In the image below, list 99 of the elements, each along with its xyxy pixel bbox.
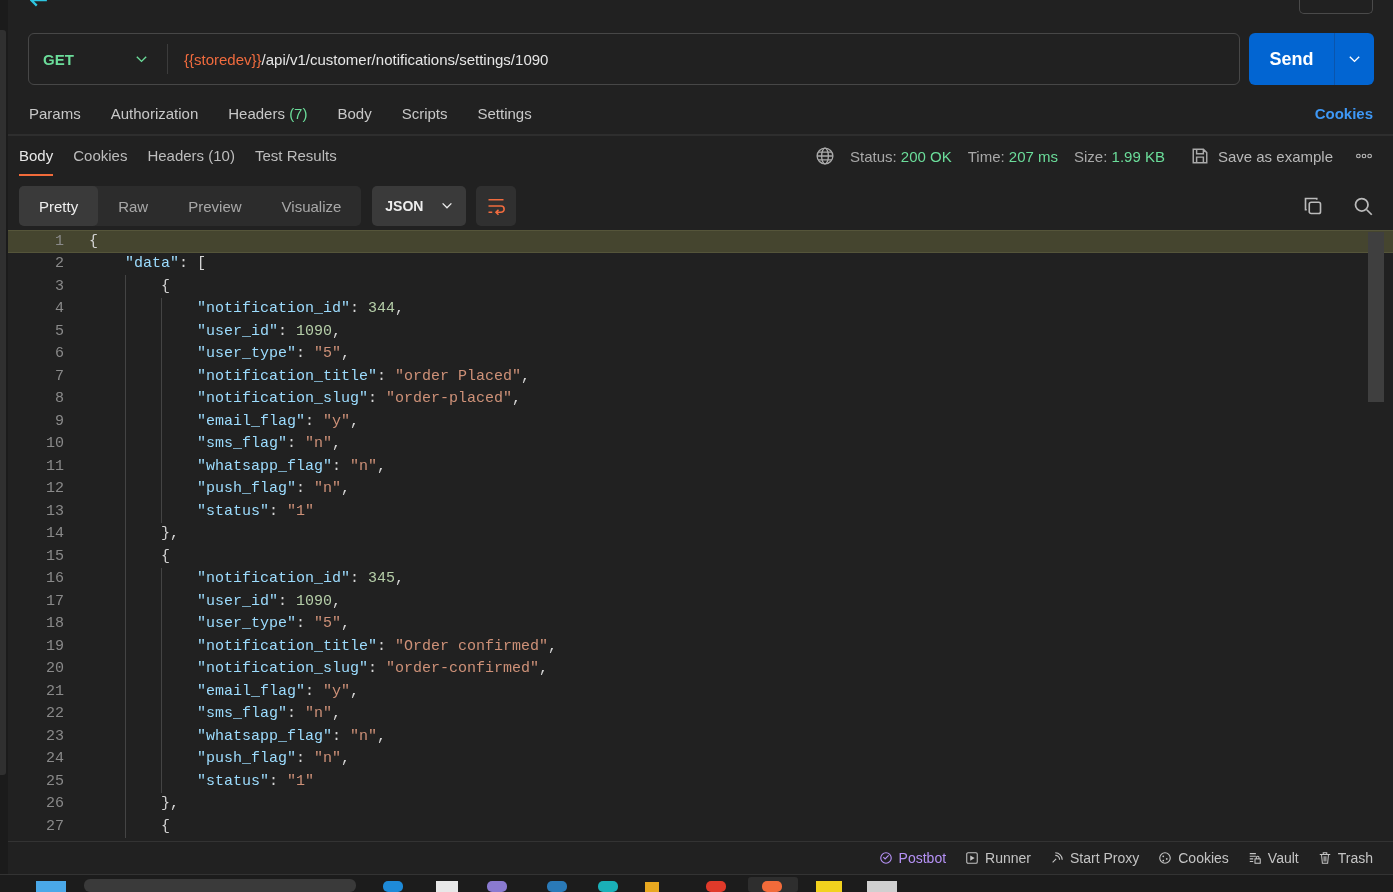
code-text: "push_flag": "n", xyxy=(197,750,351,768)
save-icon xyxy=(1190,147,1209,165)
url-field[interactable]: GET {{storedev}}/api/v1/customer/notifications/settings/1090 xyxy=(28,33,1240,85)
status-bar-item[interactable]: Trash xyxy=(1317,850,1373,866)
code-text: "user_id": 1090, xyxy=(197,322,342,340)
code-text: { xyxy=(161,817,170,835)
copy-icon xyxy=(1303,196,1323,216)
code-text: "status": "1" xyxy=(197,502,315,520)
code-text: "whatsapp_flag": "n", xyxy=(197,727,387,745)
request-tab[interactable]: Scripts xyxy=(401,104,448,122)
code-text: "status": "1" xyxy=(197,772,315,790)
code-text: "notification_id": 344, xyxy=(197,300,405,318)
code-text: }, xyxy=(161,795,179,813)
line-number: 4 xyxy=(54,300,65,318)
code-text: "push_flag": "n", xyxy=(197,480,351,498)
code-text: }, xyxy=(161,525,179,543)
search-icon xyxy=(1353,196,1373,216)
response-meta: Size: 1.99 KB xyxy=(1074,147,1165,165)
view-mode-tab[interactable]: Pretty xyxy=(19,186,99,226)
code-text: "notification_title": "order Placed", xyxy=(197,367,531,385)
code-text: "user_id": 1090, xyxy=(197,592,342,610)
url-text: {{storedev}}/api/v1/customer/notifications/settings/1090 xyxy=(183,50,549,68)
line-number: 6 xyxy=(54,345,65,363)
code-text: "notification_slug": "order-confirmed", xyxy=(197,660,549,678)
request-tab[interactable]: Headers (7) xyxy=(228,104,308,122)
request-tab[interactable]: Params xyxy=(29,104,81,122)
code-text: "user_type": "5", xyxy=(197,615,351,633)
view-mode-tab[interactable]: Preview xyxy=(168,186,262,226)
response-tab[interactable]: Test Results xyxy=(254,136,337,176)
wrap-lines-button[interactable] xyxy=(476,186,517,226)
request-tab[interactable]: Authorization xyxy=(110,104,199,122)
response-meta: Status: 200 OK xyxy=(849,147,952,165)
status-bar-item[interactable]: Cookies xyxy=(1158,850,1229,866)
status-bar-item[interactable]: Postbot xyxy=(878,850,947,866)
trash-icon xyxy=(1317,851,1332,865)
code-text: "sms_flag": "n", xyxy=(197,705,342,723)
globe-icon xyxy=(815,147,834,165)
code-text: "email_flag": "y", xyxy=(197,682,360,700)
line-number: 24 xyxy=(45,750,65,768)
line-number: 16 xyxy=(45,570,65,588)
line-number: 23 xyxy=(45,727,65,745)
search-button[interactable] xyxy=(1353,196,1373,216)
code-text: "notification_title": "Order confirmed", xyxy=(197,637,558,655)
line-number: 21 xyxy=(45,682,65,700)
code-text: "notification_id": 345, xyxy=(197,570,405,588)
line-number: 22 xyxy=(45,705,65,723)
line-number: 14 xyxy=(45,525,65,543)
method-dropdown[interactable]: GET xyxy=(29,44,168,74)
line-number: 1 xyxy=(54,232,65,250)
signal-icon xyxy=(1050,851,1064,865)
line-number: 10 xyxy=(45,435,65,453)
line-number: 11 xyxy=(45,457,65,475)
line-number: 2 xyxy=(54,255,65,273)
format-dropdown[interactable]: JSON xyxy=(372,186,467,226)
response-tab[interactable]: Cookies xyxy=(73,136,128,176)
save-as-example-button[interactable]: Save as example xyxy=(1190,147,1333,165)
code-text: { xyxy=(161,547,170,565)
line-number: 18 xyxy=(45,615,65,633)
lock-icon xyxy=(1247,851,1262,865)
copy-button[interactable] xyxy=(1303,196,1323,216)
top-button[interactable] xyxy=(1299,0,1373,14)
line-number: 20 xyxy=(45,660,65,678)
code-text: "email_flag": "y", xyxy=(197,412,360,430)
response-meta: Time: 207 ms xyxy=(967,147,1059,165)
line-number: 13 xyxy=(45,502,65,520)
status-bar-item[interactable]: Runner xyxy=(965,850,1031,866)
line-number: 26 xyxy=(45,795,65,813)
line-number: 7 xyxy=(54,367,65,385)
line-number: 8 xyxy=(54,390,65,408)
code-text: { xyxy=(161,277,170,295)
line-number: 19 xyxy=(45,637,65,655)
status-bar-item[interactable]: Vault xyxy=(1247,850,1299,866)
response-tab[interactable]: Body xyxy=(19,136,54,176)
bot-icon xyxy=(878,851,893,865)
line-number: 5 xyxy=(54,322,65,340)
view-mode-tab[interactable]: Visualize xyxy=(261,186,362,226)
code-text: "whatsapp_flag": "n", xyxy=(197,457,387,475)
status-bar-item[interactable]: Start Proxy xyxy=(1050,850,1140,866)
line-number: 9 xyxy=(54,412,65,430)
scrollbar[interactable] xyxy=(1368,232,1384,402)
code-text: "notification_slug": "order-placed", xyxy=(197,390,522,408)
line-number: 27 xyxy=(45,817,65,835)
request-tab[interactable]: Settings xyxy=(477,104,532,122)
wrap-icon xyxy=(486,196,507,216)
line-number: 17 xyxy=(45,592,65,610)
cookie-icon xyxy=(1158,851,1173,865)
request-tab[interactable]: Body xyxy=(337,104,372,122)
code-text: "data": [ xyxy=(125,255,207,273)
play-icon xyxy=(965,851,980,865)
line-number: 3 xyxy=(54,277,65,295)
line-number: 15 xyxy=(45,547,65,565)
cookies-link[interactable]: Cookies xyxy=(1314,104,1373,122)
response-tab[interactable]: Headers (10) xyxy=(147,136,235,176)
code-text: { xyxy=(89,232,98,250)
view-mode-tab[interactable]: Raw xyxy=(98,186,169,226)
line-number: 25 xyxy=(45,772,65,790)
code-text: "user_type": "5", xyxy=(197,345,351,363)
code-text: "sms_flag": "n", xyxy=(197,435,342,453)
line-number: 12 xyxy=(45,480,65,498)
